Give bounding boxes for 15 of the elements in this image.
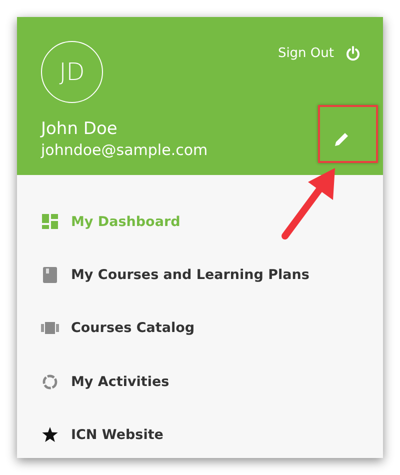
grid-icon bbox=[41, 214, 59, 230]
catalog-icon bbox=[41, 322, 59, 334]
menu-item[interactable]: My Courses and Learning Plans bbox=[17, 248, 383, 302]
book-icon bbox=[41, 266, 59, 283]
menu-item[interactable]: Courses Catalog bbox=[17, 302, 383, 355]
user-email: johndoe@sample.com bbox=[41, 140, 208, 160]
menu-item[interactable]: My Activities bbox=[17, 354, 383, 408]
avatar: JD bbox=[41, 41, 103, 103]
pencil-icon bbox=[333, 130, 350, 148]
star-icon bbox=[41, 427, 59, 442]
highlight-frame bbox=[318, 105, 378, 163]
user-name: John Doe bbox=[41, 118, 118, 140]
circle-icon bbox=[41, 374, 59, 390]
power-icon bbox=[346, 46, 360, 61]
menu-item[interactable]: ICN Website bbox=[17, 408, 383, 462]
